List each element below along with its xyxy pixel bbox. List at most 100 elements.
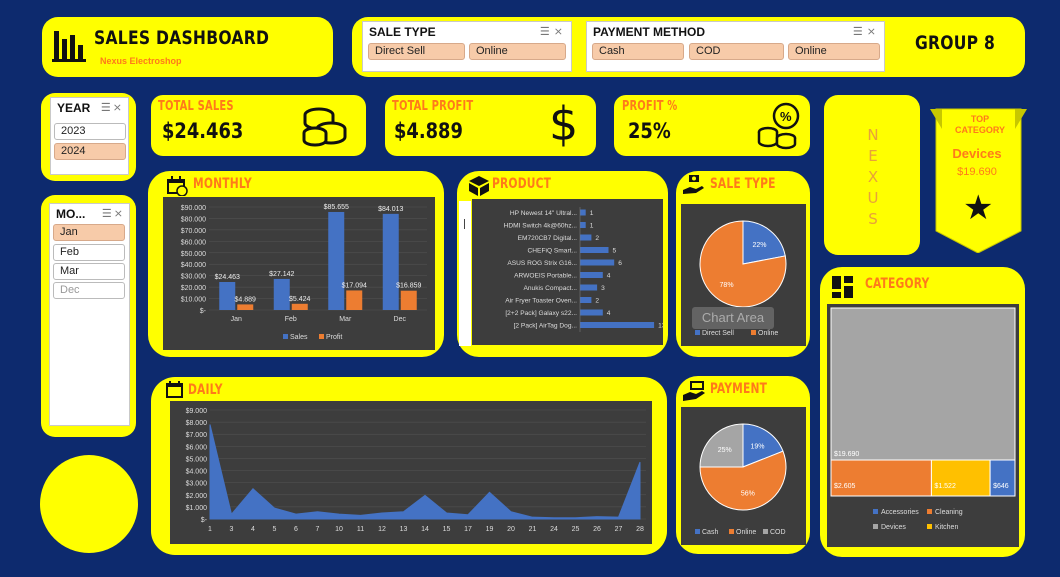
slicer-item-cod[interactable]: COD	[689, 43, 784, 60]
slicer-item-2024[interactable]: 2024	[54, 143, 126, 160]
x-tick-label: 27	[615, 526, 623, 533]
bar-profit	[291, 303, 308, 310]
y-tick-label: $8.000	[186, 420, 208, 427]
section-title: DAILY	[188, 382, 223, 398]
kpi-value: $4.889	[394, 119, 463, 143]
kpi-total-sales: TOTAL SALES $24.463	[151, 95, 366, 156]
x-tick-label: 19	[486, 526, 494, 533]
legend-label: Profit	[326, 334, 342, 341]
legend-label: Online	[736, 529, 756, 536]
treemap-tile-kitchen	[930, 459, 991, 497]
slicer-item-2023[interactable]: 2023	[54, 123, 126, 140]
calendar-icon	[167, 176, 188, 196]
multiselect-icon[interactable]: ☰	[853, 26, 867, 38]
category-label: Anukis Compact...	[523, 285, 577, 292]
slicer-item-online[interactable]: Online	[788, 43, 880, 60]
slicer-item-mar[interactable]: Mar	[53, 263, 125, 280]
data-label: 6	[618, 260, 622, 267]
x-tick-label: 25	[572, 526, 580, 533]
dollar-icon: $	[549, 97, 579, 151]
dashboard-canvas: SALES DASHBOARD Nexus Electroshop SALE T…	[0, 0, 1060, 577]
bar-sales	[328, 211, 345, 310]
data-label: $16.859	[396, 283, 421, 290]
y-tick-label: $-	[201, 517, 208, 524]
data-label: $17.094	[342, 282, 367, 289]
section-title: MONTHLY	[193, 176, 252, 192]
treemap-tile-devices	[830, 307, 1016, 461]
y-tick-label: $2.000	[186, 493, 208, 500]
data-label: 4	[607, 273, 611, 280]
multiselect-icon[interactable]: ☰	[102, 208, 114, 220]
y-tick-label: $70.000	[181, 228, 206, 235]
x-tick-label: 14	[421, 526, 429, 533]
data-label: 56%	[741, 490, 755, 497]
x-tick-label: 24	[550, 526, 558, 533]
y-tick-label: $9.000	[186, 408, 208, 415]
slicer-item-online[interactable]: Online	[469, 43, 566, 60]
data-label: 19%	[750, 444, 764, 451]
y-tick-label: $4.000	[186, 469, 208, 476]
category-label: EM720CB7 Digital...	[518, 235, 578, 242]
clear-filter-icon[interactable]: ⨯	[113, 102, 124, 114]
slicer-item-dec[interactable]: Dec	[53, 282, 125, 299]
data-label: $19.690	[834, 451, 859, 458]
product-chart: HP Newest 14" Ultral... 1 HDMI Switch 4k@6…	[504, 207, 663, 332]
multiselect-icon[interactable]: ☰	[540, 26, 554, 38]
data-label: $27.142	[269, 271, 294, 278]
category-label: CHEFiQ Smart...	[528, 248, 578, 255]
x-tick-label: 6	[294, 526, 298, 533]
data-label: $2.605	[834, 483, 856, 490]
group-label: GROUP 8	[915, 32, 996, 54]
data-label: $4.889	[235, 296, 257, 303]
star-icon: ★	[963, 189, 994, 227]
clear-filter-icon[interactable]: ⨯	[867, 26, 880, 38]
page-subtitle: Nexus Electroshop	[100, 56, 182, 66]
data-label: 3	[601, 285, 605, 292]
data-label: 25%	[718, 447, 732, 454]
slicer-item-feb[interactable]: Feb	[53, 244, 125, 261]
legend-label: Devices	[881, 524, 906, 531]
box-icon	[469, 176, 489, 196]
x-tick-label: Dec	[394, 316, 407, 323]
bar-sales	[273, 278, 290, 310]
slicer-item-jan[interactable]: Jan	[53, 224, 125, 241]
percent-coins-icon: %	[757, 102, 800, 150]
daily-chart-area: $9.000 $8.000 $7.000 $6.000 $5.000 $4.000 $3.0…	[170, 401, 652, 544]
slicer-title: YEAR	[57, 101, 91, 115]
data-label: 4	[607, 310, 611, 317]
payment-method-slicer: PAYMENT METHOD ☰⨯ Cash COD Online	[586, 21, 885, 72]
data-label: $646	[993, 483, 1009, 490]
clear-filter-icon[interactable]: ⨯	[554, 26, 567, 38]
legend-label: Cleaning	[935, 509, 963, 516]
multiselect-icon[interactable]: ☰	[101, 102, 113, 114]
legend-swatch	[319, 334, 324, 339]
legend-swatch	[751, 330, 756, 335]
chart-area-tooltip: Chart Area	[692, 307, 774, 329]
monthly-chart: $90.000 $80.000 $70.000 $60.000 $50.000 $40.0…	[181, 204, 427, 341]
treemap-tile-accessories	[989, 459, 1016, 497]
slicer-header-icons: ☰⨯	[101, 101, 124, 114]
slicer-item-cash[interactable]: Cash	[592, 43, 684, 60]
bar	[580, 309, 603, 316]
x-tick-label: 12	[378, 526, 386, 533]
y-tick-label: $-	[200, 308, 207, 315]
legend-swatch	[695, 529, 700, 534]
x-tick-label: 7	[316, 526, 320, 533]
slicer-title: SALE TYPE	[369, 25, 436, 39]
clear-filter-icon[interactable]: ⨯	[114, 208, 125, 220]
category-label: ASUS ROG Strix G16...	[507, 260, 577, 267]
slicer-item-direct-sell[interactable]: Direct Sell	[368, 43, 465, 60]
x-tick-label: Mar	[339, 316, 352, 323]
x-tick-label: 11	[357, 526, 364, 533]
bar	[580, 209, 586, 216]
year-slicer: YEAR ☰⨯ 2023 2024	[50, 97, 129, 175]
x-tick-label: 17	[464, 526, 472, 533]
category-grid-icon	[832, 276, 853, 298]
section-title: CATEGORY	[865, 276, 930, 292]
slicer-header-icons: ☰⨯	[853, 25, 880, 38]
legend-label: Accessories	[881, 509, 919, 516]
kpi-total-profit: TOTAL PROFIT $4.889 $	[385, 95, 596, 156]
slicer-scrollbar[interactable]	[459, 201, 471, 346]
data-label: 2	[595, 235, 599, 242]
svg-text:%: %	[780, 109, 792, 124]
